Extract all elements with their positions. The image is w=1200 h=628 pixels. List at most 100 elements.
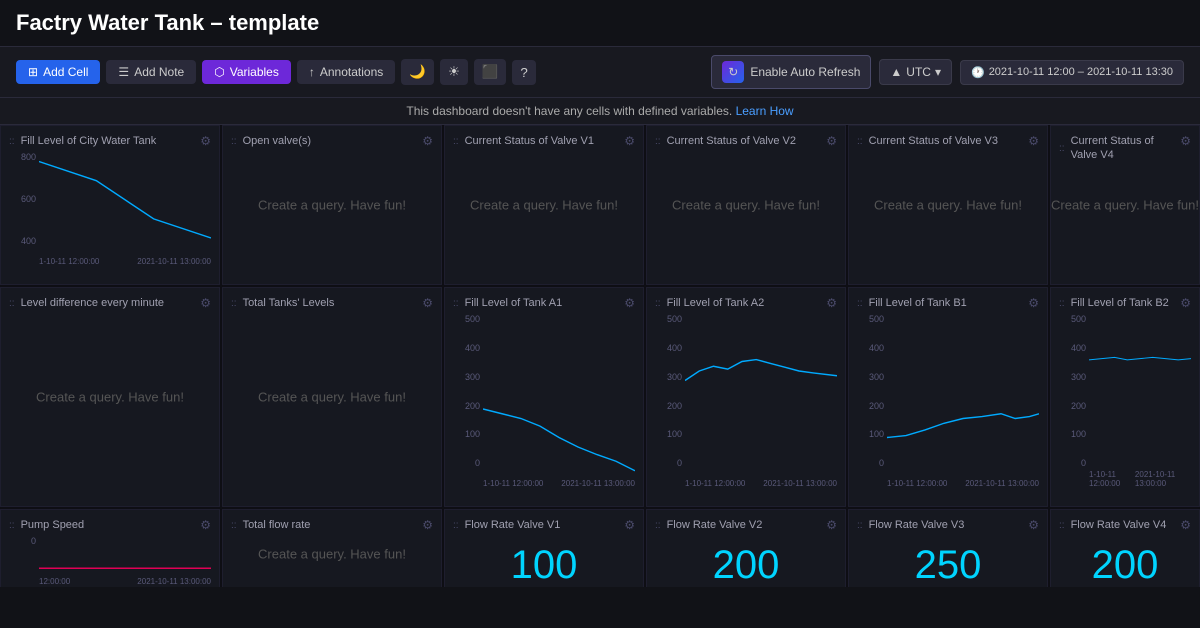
placeholder-diff: Create a query. Have fun! bbox=[36, 390, 184, 405]
flow-value-v1: 100 bbox=[511, 543, 578, 587]
cell-gear-a1[interactable]: ⚙ bbox=[624, 296, 635, 310]
x-axis: 1-10-11 12:00:002021-10-11 13:00:00 bbox=[39, 257, 211, 266]
drag-handle: :: bbox=[1059, 142, 1065, 155]
cell-tank-a1: :: Fill Level of Tank A1 ⚙ 5004003002001… bbox=[444, 287, 644, 507]
drag-handle: :: bbox=[231, 135, 237, 148]
placeholder-v4: Create a query. Have fun! bbox=[1051, 198, 1199, 213]
info-text: This dashboard doesn't have any cells wi… bbox=[406, 104, 732, 118]
cell-title-pump: :: Pump Speed bbox=[9, 518, 84, 532]
placeholder-total: Create a query. Have fun! bbox=[258, 390, 406, 405]
cell-gear-v4[interactable]: ⚙ bbox=[1180, 134, 1191, 148]
cell-tank-b2: :: Fill Level of Tank B2 ⚙ 5004003002001… bbox=[1050, 287, 1200, 507]
cell-header-flow-v3: :: Flow Rate Valve V3 ⚙ bbox=[857, 518, 1039, 532]
drag-handle: :: bbox=[453, 135, 459, 148]
cell-gear-v2[interactable]: ⚙ bbox=[826, 134, 837, 148]
svg-a1 bbox=[483, 314, 635, 476]
chart-a1: 5004003002001000 1-10-11 12:00:002021-10… bbox=[453, 314, 635, 488]
cell-gear-flow-v1[interactable]: ⚙ bbox=[624, 518, 635, 532]
cell-gear-flow-v4[interactable]: ⚙ bbox=[1180, 518, 1191, 532]
cell-header-flow-v1: :: Flow Rate Valve V1 ⚙ bbox=[453, 518, 635, 532]
cell-gear-a2[interactable]: ⚙ bbox=[826, 296, 837, 310]
date-range-picker[interactable]: 🕐 2021-10-11 12:00 – 2021-10-11 13:30 bbox=[960, 60, 1184, 85]
drag-handle: :: bbox=[231, 519, 237, 532]
cell-gear-b2[interactable]: ⚙ bbox=[1180, 296, 1191, 310]
drag-handle: :: bbox=[655, 135, 661, 148]
cell-header-total: :: Total Tanks' Levels ⚙ bbox=[231, 296, 433, 310]
page-title: Factry Water Tank – template bbox=[16, 10, 319, 36]
cell-gear-icon[interactable]: ⚙ bbox=[422, 134, 433, 148]
y-axis-b2: 5004003002001000 bbox=[1059, 314, 1089, 468]
cell-valve-v3: :: Current Status of Valve V3 ⚙ Create a… bbox=[848, 125, 1048, 285]
moon-icon-button[interactable]: 🌙 bbox=[401, 59, 434, 85]
cell-gear-total[interactable]: ⚙ bbox=[422, 296, 433, 310]
cell-gear-flow[interactable]: ⚙ bbox=[422, 518, 433, 532]
cell-header-v4: :: Current Status of Valve V4 ⚙ bbox=[1059, 134, 1191, 163]
cell-flow-v1: :: Flow Rate Valve V1 ⚙ 100 bbox=[444, 509, 644, 587]
learn-how-link[interactable]: Learn How bbox=[736, 104, 794, 118]
svg-a2 bbox=[685, 314, 837, 476]
help-button[interactable]: ? bbox=[512, 60, 535, 85]
cell-header-a2: :: Fill Level of Tank A2 ⚙ bbox=[655, 296, 837, 310]
cell-gear-flow-v3[interactable]: ⚙ bbox=[1028, 518, 1039, 532]
cell-header-flow-v2: :: Flow Rate Valve V2 ⚙ bbox=[655, 518, 837, 532]
timezone-select[interactable]: ▲ UTC ▾ bbox=[879, 59, 952, 85]
cell-pump-speed: :: Pump Speed ⚙ 0 12:00:002021-10-11 13:… bbox=[0, 509, 220, 587]
cell-tank-a2: :: Fill Level of Tank A2 ⚙ 5004003002001… bbox=[646, 287, 846, 507]
annotations-button[interactable]: ↑ Annotations bbox=[297, 60, 395, 84]
y-axis-b1: 5004003002001000 bbox=[857, 314, 887, 468]
cell-gear-diff[interactable]: ⚙ bbox=[200, 296, 211, 310]
cell-valve-v1: :: Current Status of Valve V1 ⚙ Create a… bbox=[444, 125, 644, 285]
placeholder-v1: Create a query. Have fun! bbox=[470, 198, 618, 213]
cell-title-total: :: Total Tanks' Levels bbox=[231, 296, 334, 310]
variables-button[interactable]: ⬡ Variables bbox=[202, 60, 291, 84]
chart-fill-city: 800600400 1-10-11 12:00:002021-10-11 13:… bbox=[9, 152, 211, 266]
cell-gear-b1[interactable]: ⚙ bbox=[1028, 296, 1039, 310]
cell-title-flow-v3: :: Flow Rate Valve V3 bbox=[857, 518, 964, 532]
drag-handle: :: bbox=[9, 135, 15, 148]
drag-handle: :: bbox=[1059, 297, 1065, 310]
drag-handle: :: bbox=[655, 297, 661, 310]
add-cell-label: Add Cell bbox=[43, 65, 88, 79]
y-axis-pump: 0 bbox=[9, 536, 39, 566]
cell-tank-b1: :: Fill Level of Tank B1 ⚙ 5004003002001… bbox=[848, 287, 1048, 507]
cell-title-v4: :: Current Status of Valve V4 bbox=[1059, 134, 1171, 163]
cell-settings-icon[interactable]: ⚙ bbox=[200, 134, 211, 148]
cell-title-v3: :: Current Status of Valve V3 bbox=[857, 134, 998, 148]
drag-handle: :: bbox=[857, 297, 863, 310]
annotations-icon: ↑ bbox=[309, 65, 315, 79]
date-range-label: 2021-10-11 12:00 – 2021-10-11 13:30 bbox=[989, 66, 1173, 78]
refresh-label: Enable Auto Refresh bbox=[750, 65, 860, 79]
add-note-button[interactable]: ☰ Add Note bbox=[106, 60, 196, 84]
tv-icon-button[interactable]: ⬛ bbox=[474, 59, 507, 85]
clock-icon: ▲ bbox=[890, 65, 902, 79]
cell-title-flow-v4: :: Flow Rate Valve V4 bbox=[1059, 518, 1166, 532]
cell-gear-pump[interactable]: ⚙ bbox=[200, 518, 211, 532]
drag-handle: :: bbox=[655, 519, 661, 532]
x-axis-pump: 12:00:002021-10-11 13:00:00 bbox=[39, 577, 211, 586]
refresh-icon: ↻ bbox=[722, 61, 744, 83]
drag-handle: :: bbox=[9, 519, 15, 532]
sun-icon-button[interactable]: ☀ bbox=[440, 59, 468, 85]
flow-value-v2: 200 bbox=[713, 543, 780, 587]
annotations-label: Annotations bbox=[320, 65, 383, 79]
cell-header-b1: :: Fill Level of Tank B1 ⚙ bbox=[857, 296, 1039, 310]
cell-header-a1: :: Fill Level of Tank A1 ⚙ bbox=[453, 296, 635, 310]
chart-a2: 5004003002001000 1-10-11 12:00:002021-10… bbox=[655, 314, 837, 488]
cell-gear-v3[interactable]: ⚙ bbox=[1028, 134, 1039, 148]
cell-total-tanks: :: Total Tanks' Levels ⚙ Create a query.… bbox=[222, 287, 442, 507]
calendar-icon: 🕐 bbox=[971, 66, 985, 79]
auto-refresh-button[interactable]: ↻ Enable Auto Refresh bbox=[711, 55, 871, 89]
svg-b1 bbox=[887, 314, 1039, 476]
chart-b2: 5004003002001000 1-10-11 12:00:002021-10… bbox=[1059, 314, 1191, 488]
cell-header-flow: :: Total flow rate ⚙ bbox=[231, 518, 433, 532]
add-cell-button[interactable]: ⊞ Add Cell bbox=[16, 60, 100, 84]
note-icon: ☰ bbox=[118, 65, 129, 79]
cell-gear-flow-v2[interactable]: ⚙ bbox=[826, 518, 837, 532]
cell-header-flow-v4: :: Flow Rate Valve V4 ⚙ bbox=[1059, 518, 1191, 532]
y-axis: 800600400 bbox=[9, 152, 39, 246]
cell-header-b2: :: Fill Level of Tank B2 ⚙ bbox=[1059, 296, 1191, 310]
drag-handle: :: bbox=[453, 297, 459, 310]
x-axis-a1: 1-10-11 12:00:002021-10-11 13:00:00 bbox=[483, 479, 635, 488]
cell-gear-v1[interactable]: ⚙ bbox=[624, 134, 635, 148]
cell-open-valves: :: Open valve(s) ⚙ Create a query. Have … bbox=[222, 125, 442, 285]
